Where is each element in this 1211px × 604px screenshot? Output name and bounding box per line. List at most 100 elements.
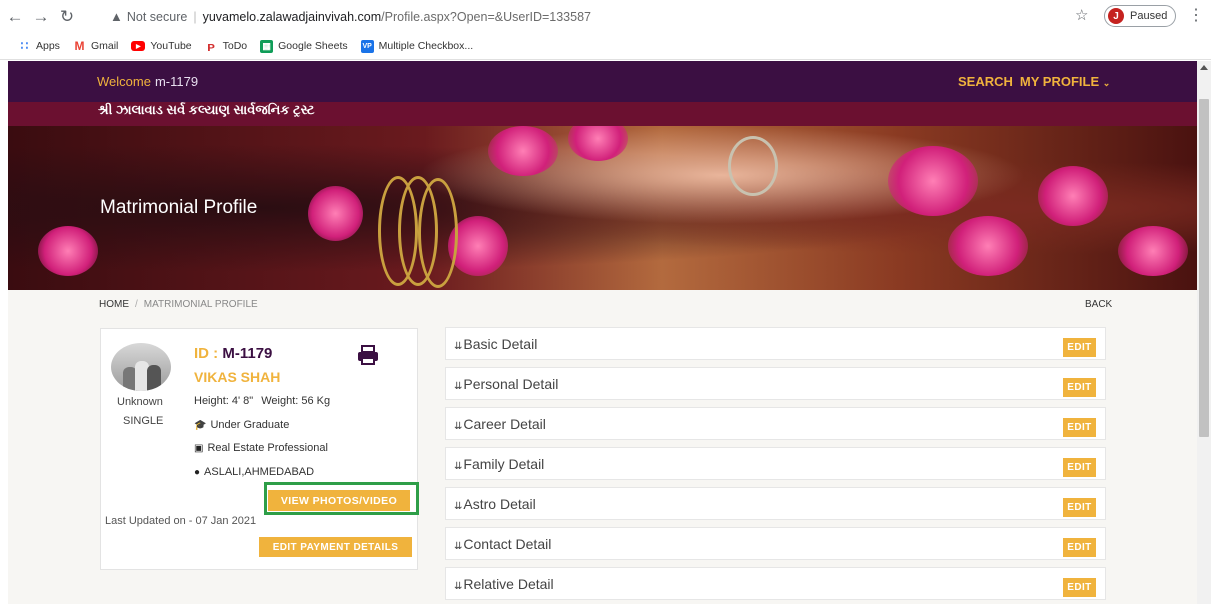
- scroll-up-arrow-icon[interactable]: [1200, 65, 1208, 70]
- location-row: ● ASLALI,AHMEDABAD: [194, 466, 314, 478]
- section-relative-detail[interactable]: ⇊Relative Detail EDIT: [445, 567, 1106, 600]
- bookmark-label: ToDo: [222, 40, 248, 52]
- apps-grid-icon: ∷: [20, 39, 29, 53]
- location: ASLALI,AHMEDABAD: [204, 466, 315, 478]
- back-arrow-icon[interactable]: ←: [4, 6, 26, 28]
- sheets-icon: ▦: [260, 39, 274, 53]
- section-career-detail[interactable]: ⇊Career Detail EDIT: [445, 407, 1106, 440]
- section-title: Astro Detail: [463, 496, 536, 512]
- chevron-down-icon: ⇊: [454, 461, 463, 472]
- printer-icon[interactable]: [357, 345, 379, 365]
- bookmark-google-sheets[interactable]: ▦ Google Sheets: [260, 39, 348, 53]
- bookmark-todo[interactable]: ᴘ ToDo: [205, 38, 248, 54]
- scrollbar-thumb[interactable]: [1199, 99, 1209, 437]
- url-path: /Profile.aspx?Open=&UserID=133587: [381, 9, 591, 24]
- briefcase-icon: ▣: [194, 442, 204, 454]
- bookmark-label: Apps: [36, 40, 60, 52]
- section-title: Basic Detail: [463, 336, 538, 352]
- url-host: yuvamelo.zalawadjainvivah.com: [202, 9, 382, 24]
- map-marker-icon: ●: [194, 466, 201, 478]
- highlight-box: [264, 482, 419, 515]
- height: Height: 4' 8": [194, 395, 254, 407]
- warning-icon: ▲: [110, 9, 123, 24]
- profile-card: ID : M-1179 VIKAS SHAH Unknown SINGLE He…: [100, 328, 418, 570]
- youtube-icon: ▶: [131, 41, 146, 51]
- bookmark-youtube[interactable]: ▶ YouTube: [131, 40, 192, 52]
- profile-name: VIKAS SHAH: [194, 369, 281, 385]
- gmail-icon: M: [74, 39, 85, 53]
- url-separator: |: [193, 9, 197, 24]
- occupation-row: ▣ Real Estate Professional: [194, 442, 328, 454]
- trust-name: શ્રી ઝાલાવાડ સર્વ કલ્યાણ સાર્વજનિક ટ્રસ્…: [98, 102, 315, 117]
- section-basic-detail[interactable]: ⇊Basic Detail EDIT: [445, 327, 1106, 360]
- edit-payment-details-button[interactable]: EDIT PAYMENT DETAILS: [259, 537, 412, 557]
- section-personal-detail[interactable]: ⇊Personal Detail EDIT: [445, 367, 1106, 400]
- profile-id-label: ID :: [194, 345, 219, 362]
- edit-personal-detail-button[interactable]: EDIT: [1063, 378, 1096, 397]
- section-contact-detail[interactable]: ⇊Contact Detail EDIT: [445, 527, 1106, 560]
- welcome-label: Welcome: [97, 74, 151, 89]
- graduation-cap-icon: 🎓: [194, 419, 207, 431]
- weight: Weight: 56 Kg: [261, 395, 331, 407]
- section-astro-detail[interactable]: ⇊Astro Detail EDIT: [445, 487, 1106, 520]
- site-top-nav: Welcome m-1179 SEARCH MY PROFILE ⌄: [8, 61, 1197, 102]
- trust-banner: શ્રી ઝાલાવાડ સર્વ કલ્યાણ સાર્વજનિક ટ્રસ્…: [8, 102, 1197, 126]
- back-link[interactable]: BACK: [1085, 299, 1112, 310]
- page-scrollbar[interactable]: [1197, 61, 1211, 604]
- chevron-down-icon: ⇊: [454, 381, 463, 392]
- welcome-text: Welcome m-1179: [97, 74, 198, 89]
- bookmark-apps[interactable]: ∷ Apps: [18, 39, 60, 53]
- chevron-down-icon: ⇊: [454, 541, 463, 552]
- chevron-down-icon: ⇊: [454, 581, 463, 592]
- breadcrumb-trail: HOME / MATRIMONIAL PROFILE: [99, 299, 258, 310]
- education-row: 🎓 Under Graduate: [194, 419, 289, 431]
- chevron-down-icon: ⌄: [1102, 78, 1111, 88]
- browser-menu-icon[interactable]: ⋮: [1188, 5, 1204, 25]
- bookmark-star-icon[interactable]: ☆: [1075, 6, 1088, 24]
- bookmark-gmail[interactable]: M Gmail: [73, 39, 119, 53]
- profile-avatar: J: [1108, 8, 1124, 24]
- section-title: Personal Detail: [463, 376, 559, 392]
- profile-unknown: Unknown: [117, 396, 163, 408]
- menu-search[interactable]: SEARCH: [958, 74, 1013, 89]
- url-field[interactable]: ▲ Not secure | yuvamelo.zalawadjainvivah…: [110, 5, 1110, 28]
- profile-id-value: M-1179: [222, 345, 273, 362]
- hero-banner-image: Matrimonial Profile: [8, 126, 1197, 290]
- edit-basic-detail-button[interactable]: EDIT: [1063, 338, 1096, 357]
- bookmark-label: Multiple Checkbox...: [378, 40, 474, 52]
- main-menu: SEARCH MY PROFILE ⌄: [958, 74, 1110, 89]
- bookmark-label: YouTube: [150, 40, 192, 52]
- section-title: Relative Detail: [463, 576, 554, 592]
- edit-family-detail-button[interactable]: EDIT: [1063, 458, 1096, 477]
- vp-icon: VP: [360, 39, 374, 53]
- edit-contact-detail-button[interactable]: EDIT: [1063, 538, 1096, 557]
- profile-photo[interactable]: [111, 343, 171, 391]
- profile-id: ID : M-1179: [194, 345, 272, 362]
- breadcrumb: HOME / MATRIMONIAL PROFILE BACK: [8, 290, 1197, 320]
- edit-astro-detail-button[interactable]: EDIT: [1063, 498, 1096, 517]
- welcome-user: m-1179: [154, 74, 199, 89]
- edit-career-detail-button[interactable]: EDIT: [1063, 418, 1096, 437]
- bookmark-multiple-checkbox[interactable]: VP Multiple Checkbox...: [360, 39, 474, 53]
- bookmark-label: Google Sheets: [278, 40, 348, 52]
- edit-relative-detail-button[interactable]: EDIT: [1063, 578, 1096, 597]
- paused-label: Paused: [1130, 10, 1168, 22]
- chevron-down-icon: ⇊: [454, 421, 463, 432]
- section-title: Family Detail: [463, 456, 545, 472]
- hero-title: Matrimonial Profile: [100, 197, 258, 218]
- menu-my-profile[interactable]: MY PROFILE ⌄: [1020, 74, 1110, 89]
- bookmarks-bar: ∷ Apps M Gmail ▶ YouTube ᴘ ToDo ▦ Google…: [0, 33, 1211, 60]
- last-updated: Last Updated on - 07 Jan 2021: [105, 515, 257, 527]
- breadcrumb-separator: /: [135, 299, 138, 310]
- chevron-down-icon: ⇊: [454, 341, 463, 352]
- todo-icon: ᴘ: [207, 38, 216, 54]
- bookmark-label: Gmail: [90, 40, 119, 52]
- breadcrumb-home[interactable]: HOME: [99, 299, 129, 310]
- height-weight: Height: 4' 8" Weight: 56 Kg: [194, 395, 330, 407]
- reload-icon[interactable]: ↻: [56, 6, 78, 28]
- profile-paused-button[interactable]: J Paused: [1104, 5, 1176, 27]
- section-family-detail[interactable]: ⇊Family Detail EDIT: [445, 447, 1106, 480]
- forward-arrow-icon[interactable]: →: [30, 6, 52, 28]
- section-title: Contact Detail: [463, 536, 552, 552]
- browser-address-bar: ← → ↻ ▲ Not secure | yuvamelo.zalawadjai…: [0, 0, 1211, 33]
